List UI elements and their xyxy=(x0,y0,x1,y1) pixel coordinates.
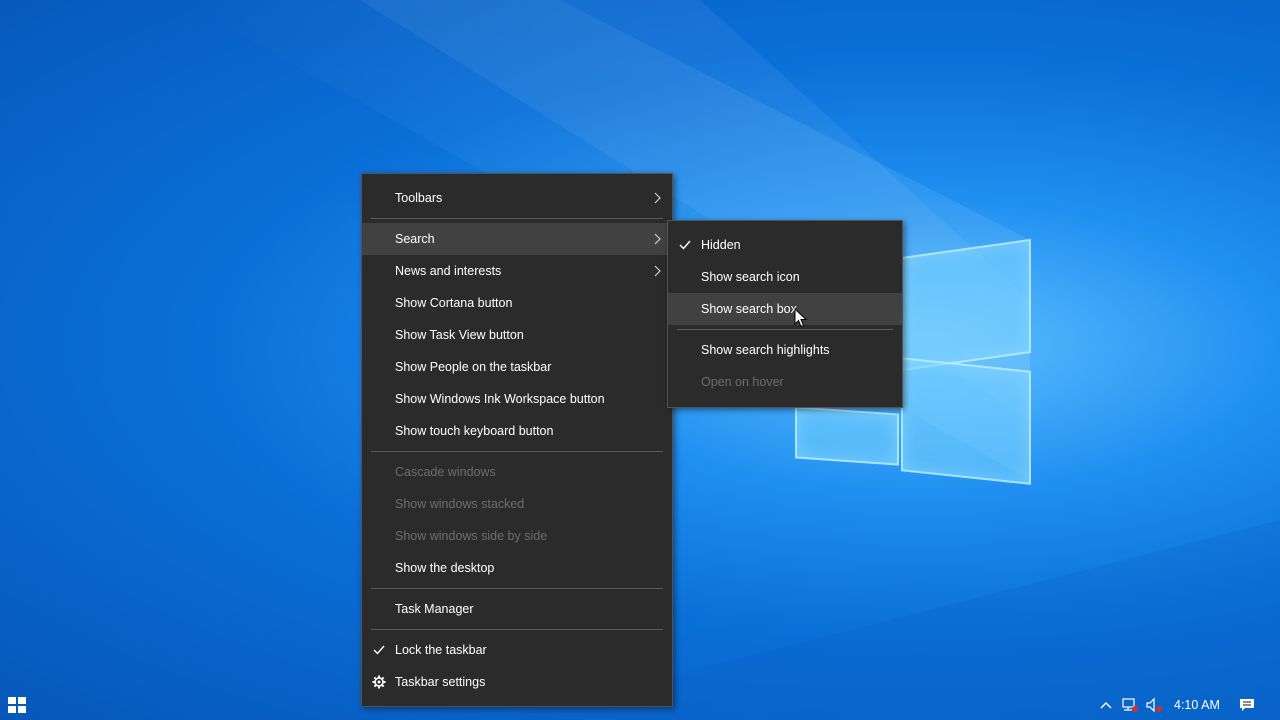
chevron-right-icon xyxy=(654,192,661,204)
menu-separator xyxy=(371,629,663,630)
menu-item-label: Show windows stacked xyxy=(395,497,525,511)
menu-item-show-task-view-button[interactable]: Show Task View button xyxy=(362,319,672,351)
menu-item-show-windows-side-by-side: Show windows side by side xyxy=(362,520,672,552)
menu-item-label: Show the desktop xyxy=(395,561,495,575)
menu-item-show-the-desktop[interactable]: Show the desktop xyxy=(362,552,672,584)
submenu-item-hidden[interactable]: Hidden xyxy=(668,229,902,261)
menu-item-label: Search xyxy=(395,232,435,246)
action-center-button[interactable] xyxy=(1238,696,1256,714)
menu-item-show-touch-keyboard[interactable]: Show touch keyboard button xyxy=(362,415,672,447)
gear-icon xyxy=(372,675,386,689)
menu-item-search[interactable]: Search xyxy=(362,223,672,255)
menu-item-label: Task Manager xyxy=(395,602,474,616)
menu-item-label: News and interests xyxy=(395,264,502,278)
menu-item-cascade-windows: Cascade windows xyxy=(362,456,672,488)
menu-item-toolbars[interactable]: Toolbars xyxy=(362,182,672,214)
taskbar-context-menu: Toolbars Search News and interests Show … xyxy=(361,173,673,707)
menu-separator xyxy=(677,329,893,330)
menu-item-label: Show windows side by side xyxy=(395,529,548,543)
menu-item-label: Open on hover xyxy=(701,375,784,389)
taskbar-clock[interactable]: 4:10 AM xyxy=(1174,696,1220,714)
menu-item-label: Show search highlights xyxy=(701,343,830,357)
menu-item-label: Show Cortana button xyxy=(395,296,513,310)
menu-item-label: Toolbars xyxy=(395,191,443,205)
menu-item-show-windows-stacked: Show windows stacked xyxy=(362,488,672,520)
network-status[interactable] xyxy=(1121,696,1139,714)
menu-separator xyxy=(371,451,663,452)
volume-muted-icon xyxy=(1146,697,1162,713)
chevron-up-icon xyxy=(1100,702,1112,709)
submenu-item-show-search-highlights[interactable]: Show search highlights xyxy=(668,334,902,366)
start-button[interactable] xyxy=(8,697,28,715)
submenu-item-show-search-box[interactable]: Show search box xyxy=(668,293,902,325)
menu-item-label: Show People on the taskbar xyxy=(395,360,552,374)
menu-item-label: Cascade windows xyxy=(395,465,496,479)
menu-item-taskbar-settings[interactable]: Taskbar settings xyxy=(362,666,672,698)
menu-item-label: Show search box xyxy=(701,302,797,316)
submenu-item-show-search-icon[interactable]: Show search icon xyxy=(668,261,902,293)
menu-item-news-and-interests[interactable]: News and interests xyxy=(362,255,672,287)
menu-item-label: Show touch keyboard button xyxy=(395,424,554,438)
menu-item-show-people[interactable]: Show People on the taskbar xyxy=(362,351,672,383)
checkmark-icon xyxy=(373,645,385,655)
volume-control[interactable] xyxy=(1145,696,1163,714)
menu-item-lock-the-taskbar[interactable]: Lock the taskbar xyxy=(362,634,672,666)
network-icon xyxy=(1122,698,1138,712)
menu-separator xyxy=(371,588,663,589)
action-center-icon xyxy=(1240,699,1254,711)
checkmark-icon xyxy=(679,240,691,250)
menu-item-label: Show Task View button xyxy=(395,328,524,342)
menu-item-label: Hidden xyxy=(701,238,741,252)
menu-item-show-ink-workspace[interactable]: Show Windows Ink Workspace button xyxy=(362,383,672,415)
chevron-right-icon xyxy=(654,233,661,245)
submenu-item-open-on-hover: Open on hover xyxy=(668,366,902,398)
menu-item-show-cortana-button[interactable]: Show Cortana button xyxy=(362,287,672,319)
search-submenu: Hidden Show search icon Show search box … xyxy=(667,220,903,408)
mouse-pointer-icon xyxy=(794,308,808,328)
menu-item-label: Taskbar settings xyxy=(395,675,486,689)
menu-item-label: Show search icon xyxy=(701,270,800,284)
menu-item-task-manager[interactable]: Task Manager xyxy=(362,593,672,625)
chevron-right-icon xyxy=(654,265,661,277)
menu-item-label: Show Windows Ink Workspace button xyxy=(395,392,605,406)
menu-separator xyxy=(371,218,663,219)
menu-item-label: Lock the taskbar xyxy=(395,643,487,657)
tray-overflow-button[interactable] xyxy=(1099,696,1113,714)
